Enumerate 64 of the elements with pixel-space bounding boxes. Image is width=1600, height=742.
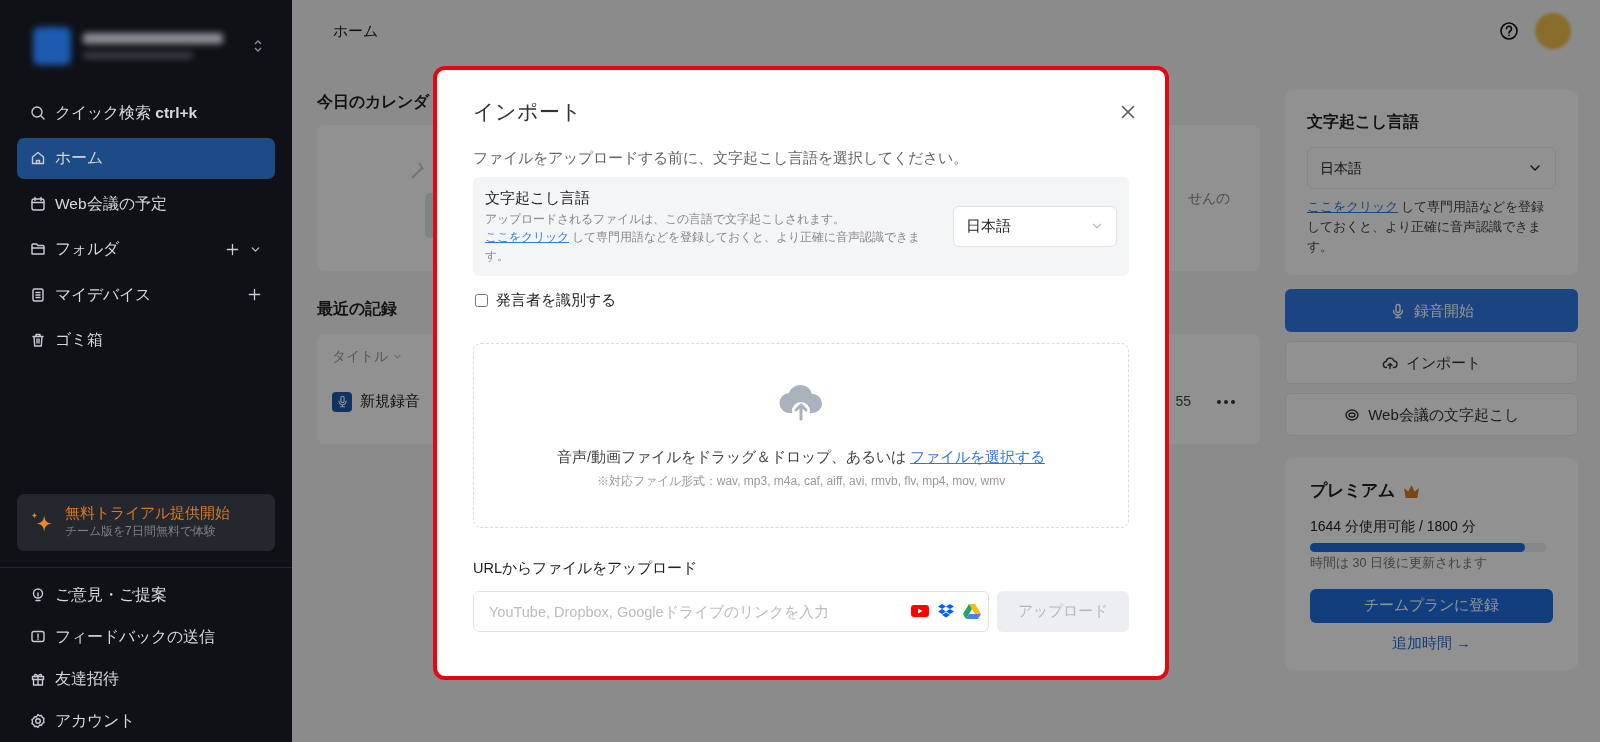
close-icon[interactable] xyxy=(1121,104,1135,119)
trash-icon xyxy=(30,332,46,348)
workspace-logo xyxy=(33,27,71,65)
dialog-title: インポート xyxy=(473,99,582,125)
section-title: 最近の記録 xyxy=(317,299,397,320)
drop-instructions: 音声/動画ファイルをドラッグ＆ドロップ、あるいは ファイルを選択する xyxy=(556,448,1046,468)
more-time-link[interactable]: 追加時間 → xyxy=(1310,632,1553,655)
help-link[interactable]: ここをクリック xyxy=(1307,200,1398,215)
sidebar-item[interactable]: Web会議の予定 xyxy=(17,183,275,224)
list-icon xyxy=(30,286,46,303)
trial-subtitle: チーム版を7日間無料で体験 xyxy=(65,523,217,541)
page-title: ホーム xyxy=(333,20,378,41)
pin-icon xyxy=(30,586,46,603)
sidebar-item[interactable]: アカウント xyxy=(17,700,275,741)
usage-text: 1644 分使用可能 / 1800 分 xyxy=(1310,516,1477,536)
sidebar-item[interactable]: ホーム xyxy=(17,137,275,179)
sidebar-item[interactable]: クイック検索 ctrl+k xyxy=(17,92,275,133)
crown-icon xyxy=(1403,483,1420,499)
search-icon xyxy=(30,104,46,121)
triangle-icon xyxy=(963,603,981,620)
message-icon xyxy=(30,628,46,645)
upgrade-button[interactable]: チームプランに登録 xyxy=(1310,588,1553,623)
calendar-icon xyxy=(30,195,46,212)
switcher-icon[interactable] xyxy=(253,38,263,54)
recording-time: 55 xyxy=(1175,392,1191,411)
sidebar-item[interactable]: フォルダ xyxy=(17,228,275,270)
empty-message: せんの xyxy=(1188,188,1230,208)
panel-title: プレミアム xyxy=(1310,480,1395,503)
language-select[interactable]: 日本語 xyxy=(953,205,1117,247)
trial-banner[interactable]: 無料トライアル提供開始 チーム版を7日間無料で体験 xyxy=(17,494,275,551)
action-button[interactable]: Web会議の文字起こし xyxy=(1285,393,1578,437)
sidebar-item[interactable]: フィードバックの送信 xyxy=(17,616,275,657)
url-label: URLからファイルをアップロード xyxy=(473,559,698,579)
folder-icon xyxy=(30,241,46,257)
checkbox-label: 発言者を識別する xyxy=(496,290,616,310)
sidebar-item[interactable]: ご意見・ご提案 xyxy=(17,574,275,615)
drop-zone[interactable]: 音声/動画ファイルをドラッグ＆ドロップ、あるいは ファイルを選択する ※対応ファイル形式：wav, mp3, m4a, caf, aiff, avi, rmvb, flv, mp4, mov, wmv xyxy=(473,343,1129,529)
settings-icon xyxy=(30,712,46,729)
chat-bubble-icon xyxy=(1344,406,1361,423)
microphone-icon xyxy=(332,391,352,412)
field-description: アップロードされるファイルは、この言語で文字起こしされます。 ここをクリック して専門用語などを登録しておくと、より正確に音声認識できます。 xyxy=(485,210,922,265)
action-button[interactable]: インポート xyxy=(1285,341,1578,385)
sidebar-item[interactable]: ゴミ箱 xyxy=(17,319,275,361)
box-icon xyxy=(937,603,955,620)
sidebar-item[interactable]: 友達招待 xyxy=(17,658,275,699)
cloud-upload-icon xyxy=(1382,354,1398,371)
language-select[interactable]: 日本語 xyxy=(1307,147,1556,190)
trial-title: 無料トライアル提供開始 xyxy=(65,504,230,523)
help-icon[interactable] xyxy=(1499,21,1519,41)
speaker-checkbox[interactable] xyxy=(475,293,488,307)
section-title: 今日のカレンダ xyxy=(317,92,429,112)
field-label: 文字起こし言語 xyxy=(485,188,591,209)
sidebar-item[interactable]: マイデバイス xyxy=(17,274,275,315)
supported-formats: ※対応ファイル形式：wav, mp3, m4a, caf, aiff, avi, rmvb, flv, mp4, mov, wmv xyxy=(596,473,1006,491)
home-icon xyxy=(30,150,46,166)
dialog-instructions: ファイルをアップロードする前に、文字起こし言語を選択してください。 xyxy=(473,148,969,168)
language-note: ここをクリック して専門用語などを登録しておくと、より正確に音声認識できます。 xyxy=(1307,199,1546,257)
video-icon xyxy=(911,604,929,619)
help-link[interactable]: ここをクリック xyxy=(485,230,569,245)
renew-note: 時間は 30 日後に更新されます xyxy=(1310,554,1488,572)
recording-title: 新規録音 xyxy=(360,391,420,412)
choose-file-link[interactable]: ファイルを選択する xyxy=(910,449,1046,466)
more-icon[interactable] xyxy=(1217,399,1235,404)
panel-title: 文字起こし言語 xyxy=(1307,112,1419,132)
